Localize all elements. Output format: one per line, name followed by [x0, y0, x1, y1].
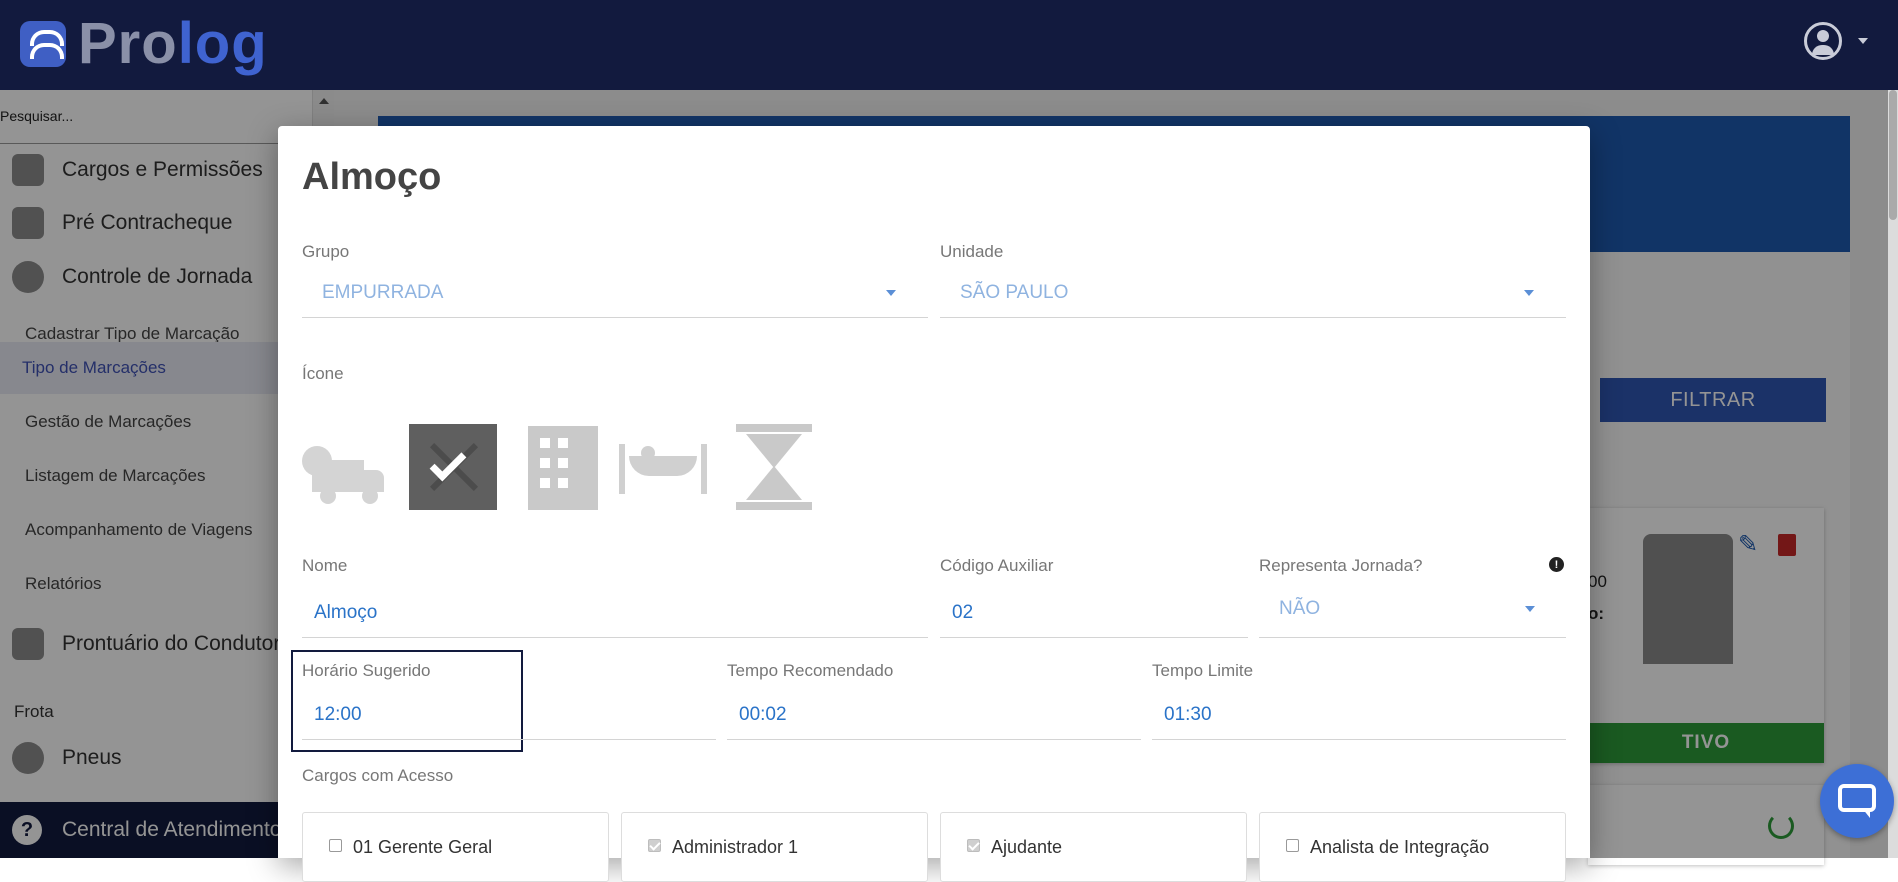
representa-jornada-value: NÃO [1279, 598, 1321, 619]
hammock-icon[interactable] [619, 424, 707, 510]
icone-label: Ícone [302, 364, 344, 383]
chevron-down-icon [886, 290, 896, 296]
tempo-limite-input[interactable]: 01:30 [1152, 688, 1566, 740]
chat-icon-tail [1862, 808, 1870, 818]
cargo-option[interactable]: 01 Gerente Geral [302, 812, 609, 882]
grupo-value: EMPURRADA [322, 282, 444, 303]
scrollbar-thumb[interactable] [1889, 90, 1897, 220]
tempo-recomendado-input[interactable]: 00:02 [727, 688, 1141, 740]
cargo-option[interactable]: Administrador 1 [621, 812, 928, 882]
prolog-logo[interactable]: Prolog [20, 14, 268, 74]
top-bar: Prolog [0, 0, 1898, 90]
unidade-label: Unidade [940, 242, 1004, 261]
unidade-value: SÃO PAULO [960, 282, 1069, 303]
cargo-option[interactable]: Ajudante [940, 812, 1247, 882]
cargo-checkbox[interactable] [967, 839, 980, 852]
cargo-checkbox[interactable] [648, 839, 661, 852]
chevron-down-icon [1525, 606, 1535, 612]
page-scrollbar[interactable] [1888, 90, 1898, 858]
tempo-recomendado-label: Tempo Recomendado [727, 661, 894, 680]
cargo-label: Administrador 1 [672, 837, 799, 857]
representa-jornada-select[interactable]: NÃO [1259, 586, 1566, 638]
codigo-auxiliar-value: 02 [952, 602, 974, 623]
logo-icon [20, 21, 66, 67]
dialog-title: Almoço [302, 156, 442, 198]
grupo-select[interactable]: EMPURRADA [302, 270, 928, 318]
codigo-auxiliar-input[interactable]: 02 [940, 586, 1248, 638]
representa-jornada-label: Representa Jornada? [1259, 556, 1423, 575]
cargo-checkbox[interactable] [329, 839, 342, 852]
horario-sugerido-input[interactable]: 12:00 [302, 688, 716, 740]
nome-input[interactable]: Almoço [302, 586, 928, 638]
cargo-option[interactable]: Analista de Integração [1259, 812, 1566, 882]
nome-value: Almoço [314, 602, 378, 623]
logo-text: Prolog [78, 15, 268, 73]
chevron-down-icon [1524, 290, 1534, 296]
cargos-acesso-label: Cargos com Acesso [302, 766, 454, 785]
logo-text-pro: Pro [78, 11, 178, 76]
utensils-icon[interactable] [409, 424, 497, 510]
cargo-label: 01 Gerente Geral [353, 837, 493, 857]
codigo-auxiliar-label: Código Auxiliar [940, 556, 1054, 575]
edit-marcacao-dialog: Almoço Grupo EMPURRADA Unidade SÃO PAULO… [278, 126, 1590, 882]
horario-sugerido-value: 12:00 [314, 704, 362, 725]
cargo-label: Ajudante [991, 837, 1063, 857]
tempo-recomendado-value: 00:02 [739, 704, 787, 725]
user-account-icon[interactable] [1804, 22, 1842, 60]
nome-label: Nome [302, 556, 348, 575]
tempo-limite-value: 01:30 [1164, 704, 1212, 725]
hourglass-icon[interactable] [732, 424, 820, 510]
chat-support-button[interactable] [1820, 764, 1894, 838]
horario-sugerido-label: Horário Sugerido [302, 661, 431, 680]
building-icon[interactable] [522, 424, 610, 510]
logo-text-log: log [177, 11, 268, 76]
grupo-label: Grupo [302, 242, 350, 261]
info-icon[interactable]: ! [1549, 557, 1564, 572]
cargo-checkbox[interactable] [1286, 839, 1299, 852]
chevron-down-icon[interactable] [1858, 38, 1868, 44]
truck-clock-icon[interactable] [302, 424, 390, 510]
chat-icon [1838, 784, 1876, 812]
cargo-label: Analista de Integração [1310, 837, 1490, 857]
tempo-limite-label: Tempo Limite [1152, 661, 1254, 680]
unidade-select[interactable]: SÃO PAULO [940, 270, 1566, 318]
